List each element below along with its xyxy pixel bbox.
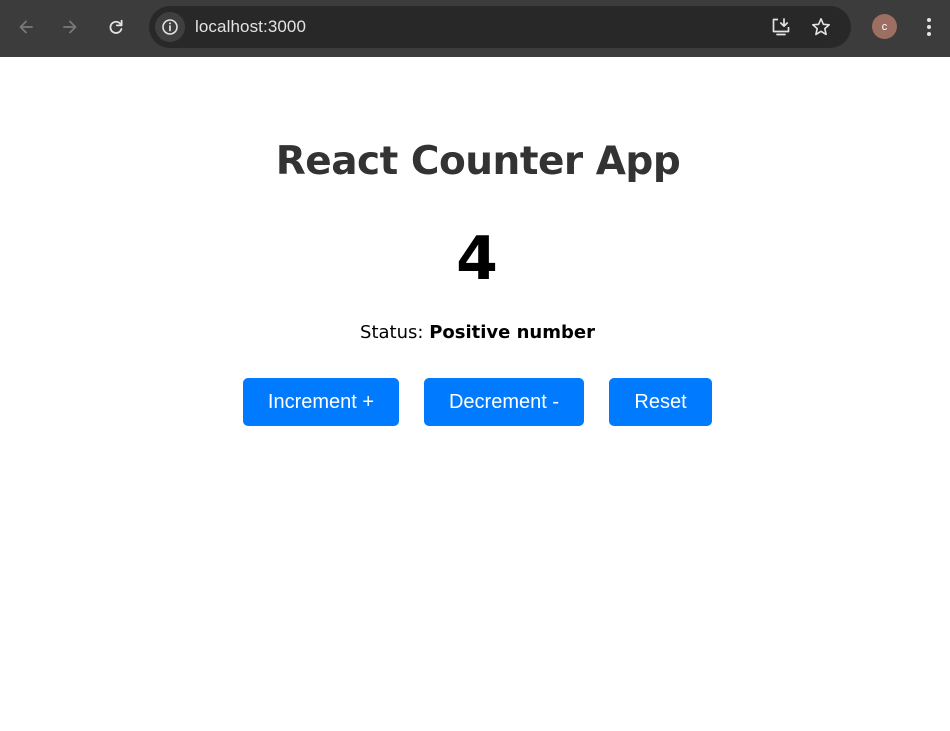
status-label: Status:: [360, 322, 430, 343]
kebab-menu-icon: [927, 18, 931, 36]
info-icon: [162, 19, 178, 35]
increment-button[interactable]: Increment +: [243, 378, 399, 426]
back-button[interactable]: [10, 11, 42, 43]
status-line: Status: Positive number: [0, 322, 950, 343]
site-info-button[interactable]: [155, 12, 185, 42]
page-title: React Counter App: [275, 139, 681, 184]
url-text[interactable]: localhost:3000: [195, 17, 306, 37]
arrow-right-icon: [63, 20, 77, 34]
decrement-button[interactable]: Decrement -: [424, 378, 584, 426]
browser-toolbar: localhost:3000 c: [0, 0, 950, 57]
bookmark-button[interactable]: [809, 15, 833, 39]
address-bar[interactable]: localhost:3000: [149, 6, 851, 48]
reload-icon: [109, 19, 123, 34]
browser-menu-button[interactable]: [918, 14, 940, 40]
reload-button[interactable]: [100, 11, 132, 43]
counter-app: React Counter App 4 Status: Positive num…: [0, 57, 950, 731]
profile-avatar[interactable]: c: [872, 14, 897, 39]
counter-value: 4: [456, 224, 498, 294]
install-app-button[interactable]: [769, 15, 793, 39]
arrow-left-icon: [19, 20, 33, 34]
install-app-icon: [772, 18, 790, 36]
reset-button[interactable]: Reset: [609, 378, 712, 426]
status-value: Positive number: [429, 322, 595, 343]
forward-button[interactable]: [54, 11, 86, 43]
star-icon: [812, 18, 830, 36]
